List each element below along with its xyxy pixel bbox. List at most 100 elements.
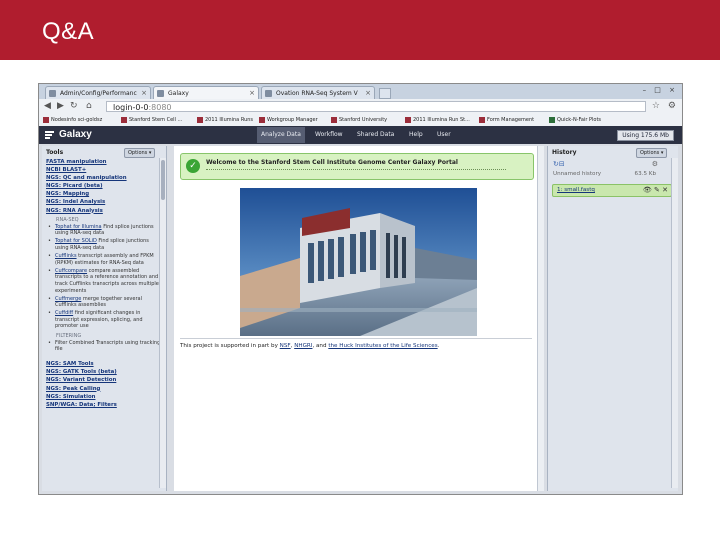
center-panel: ✓ Welcome to the Stanford Stem Cell Inst…: [174, 146, 544, 491]
close-icon[interactable]: ×: [141, 87, 147, 99]
tool-section-link[interactable]: NGS: Simulation: [46, 393, 162, 401]
tool-section-link[interactable]: NCBI BLAST+: [46, 166, 162, 174]
tool-section-link[interactable]: SNP/WGA: Data; Filters: [46, 401, 162, 409]
tool-item[interactable]: Cuffcompare compare assembled transcript…: [46, 268, 162, 294]
bookmark[interactable]: Form Management: [479, 115, 534, 125]
tool-link[interactable]: Cuffdiff: [55, 310, 73, 316]
browser-tab-bar: Admin/Config/Performanc × Galaxy × Ovati…: [39, 84, 682, 99]
tools-options-button[interactable]: Options ▾: [124, 148, 156, 158]
galaxy-masthead: Galaxy Analyze Data Workflow Shared Data…: [39, 126, 682, 144]
history-dataset[interactable]: 1: small.fastq 👁 ✎ ✕: [552, 184, 672, 197]
url-host: login-0-0: [113, 103, 149, 112]
bookmark[interactable]: Quick-N-Fair Plots: [549, 115, 601, 125]
url-port: :8080: [148, 103, 172, 112]
tool-item[interactable]: Cufflinks transcript assembly and FPKM (…: [46, 253, 162, 266]
page-icon: [157, 90, 164, 97]
browser-screenshot: Admin/Config/Performanc × Galaxy × Ovati…: [38, 83, 683, 495]
tool-item[interactable]: Tophat for Illumina Find splice junction…: [46, 224, 162, 237]
nav-workflow[interactable]: Workflow: [311, 130, 347, 140]
star-icon[interactable]: ☆: [652, 101, 660, 111]
tool-section-link[interactable]: NGS: Variant Detection: [46, 376, 162, 384]
nav-analyze-data[interactable]: Analyze Data: [257, 127, 305, 143]
tool-link[interactable]: Cufflinks: [55, 253, 77, 259]
new-tab-button[interactable]: [379, 88, 391, 99]
bookmark[interactable]: 2011 Illumina Runs: [197, 115, 253, 125]
tool-link[interactable]: Tophat for SOLiD: [55, 238, 97, 244]
browser-tab-admin[interactable]: Admin/Config/Performanc ×: [45, 86, 151, 99]
nav-shared-data[interactable]: Shared Data: [353, 130, 398, 140]
nhgri-link[interactable]: NHGRI: [294, 343, 312, 349]
tool-section-link[interactable]: NGS: SAM Tools: [46, 360, 162, 368]
bookmark-icon: [197, 117, 203, 123]
bookmark[interactable]: Stanford University: [331, 115, 387, 125]
center-scrollbar[interactable]: [537, 146, 544, 491]
close-icon[interactable]: ×: [365, 87, 371, 99]
reload-icon[interactable]: ↻: [70, 101, 78, 112]
delete-icon[interactable]: ✕: [662, 186, 668, 194]
tool-section-link[interactable]: NGS: Picard (beta): [46, 182, 162, 190]
tool-item[interactable]: Cuffdiff find significant changes in tra…: [46, 310, 162, 330]
galaxy-logo-icon: [45, 131, 54, 139]
pencil-icon[interactable]: ✎: [654, 186, 660, 194]
back-icon[interactable]: ◀: [44, 101, 51, 112]
tool-section-link[interactable]: NGS: GATK Tools (beta): [46, 368, 162, 376]
tool-item[interactable]: Cuffmerge merge together several Cufflin…: [46, 296, 162, 309]
check-icon: ✓: [186, 159, 200, 173]
bookmark-icon: [259, 117, 265, 123]
tool-link[interactable]: Tophat for Illumina: [55, 224, 102, 230]
bookmark-icon: [43, 117, 49, 123]
history-options-button[interactable]: Options ▾: [636, 148, 668, 158]
history-scrollbar[interactable]: [671, 158, 678, 488]
browser-tab-galaxy[interactable]: Galaxy ×: [153, 86, 259, 99]
tool-link[interactable]: Cuffmerge: [55, 296, 81, 302]
page-icon: [265, 90, 272, 97]
bookmark[interactable]: Nodesinfo sci-goldsz: [43, 115, 102, 125]
tool-subsection-label: FILTERING: [56, 332, 82, 339]
tool-section-link[interactable]: FASTA manipulation: [46, 158, 162, 166]
nav-user[interactable]: User: [433, 130, 455, 140]
tools-scrollbar[interactable]: [159, 158, 166, 488]
wrench-icon[interactable]: ⚙: [668, 101, 676, 111]
scrollbar-thumb[interactable]: [161, 160, 165, 200]
history-title: History: [552, 149, 577, 156]
refresh-icon[interactable]: ↻⊟: [553, 160, 565, 168]
nsf-link[interactable]: NSF: [280, 343, 291, 349]
browser-tab-ovation[interactable]: Ovation RNA-Seq System V ×: [261, 86, 375, 99]
tools-list: FASTA manipulation NCBI BLAST+ NGS: QC a…: [46, 158, 162, 409]
tool-section-link[interactable]: NGS: Peak Calling: [46, 385, 162, 393]
welcome-banner: ✓ Welcome to the Stanford Stem Cell Inst…: [180, 153, 534, 180]
divider: [180, 338, 532, 339]
tool-section-link[interactable]: NGS: QC and manipulation: [46, 174, 162, 182]
tab-label: Ovation RNA-Seq System V: [276, 90, 358, 97]
address-bar[interactable]: login-0-0:8080: [106, 101, 646, 112]
close-icon[interactable]: ×: [249, 87, 255, 99]
window-controls[interactable]: – □ ×: [643, 86, 678, 94]
bookmark-icon: [549, 117, 555, 123]
home-icon[interactable]: ⌂: [86, 101, 92, 112]
bookmark[interactable]: Stanford Stem Cell ...: [121, 115, 182, 125]
tool-item[interactable]: Filter Combined Transcripts using tracki…: [46, 340, 162, 353]
dataset-label[interactable]: 1: small.fastq: [557, 186, 595, 194]
bookmark[interactable]: Workgroup Manager: [259, 115, 318, 125]
page-icon: [49, 90, 56, 97]
bookmark[interactable]: 2011 Illumina Run St...: [405, 115, 470, 125]
tools-title: Tools: [46, 149, 64, 156]
galaxy-logo[interactable]: Galaxy: [59, 129, 92, 140]
history-name[interactable]: Unnamed history: [553, 171, 601, 177]
huck-link[interactable]: the Huck Institutes of the Life Sciences: [328, 343, 437, 349]
tools-panel: Tools Options ▾ FASTA manipulation NCBI …: [42, 146, 167, 491]
tool-section-link[interactable]: NGS: Indel Analysis: [46, 198, 162, 206]
tool-section-link[interactable]: NGS: RNA Analysis: [46, 207, 162, 215]
bookmark-icon: [479, 117, 485, 123]
support-text: This project is supported in part by NSF…: [180, 343, 440, 349]
tool-subsection-label: RNA-SEQ: [56, 216, 79, 223]
history-actions-icon[interactable]: ⚙: [652, 160, 658, 168]
tool-section-link[interactable]: NGS: Mapping: [46, 190, 162, 198]
tool-link[interactable]: Cuffcompare: [55, 268, 87, 274]
building-photo: [240, 188, 477, 336]
forward-icon[interactable]: ▶: [57, 101, 64, 112]
tool-item[interactable]: Tophat for SOLiD Find splice junctions u…: [46, 238, 162, 251]
eye-icon[interactable]: 👁: [643, 186, 652, 194]
welcome-text: Welcome to the Stanford Stem Cell Instit…: [206, 159, 458, 166]
nav-help[interactable]: Help: [405, 130, 427, 140]
